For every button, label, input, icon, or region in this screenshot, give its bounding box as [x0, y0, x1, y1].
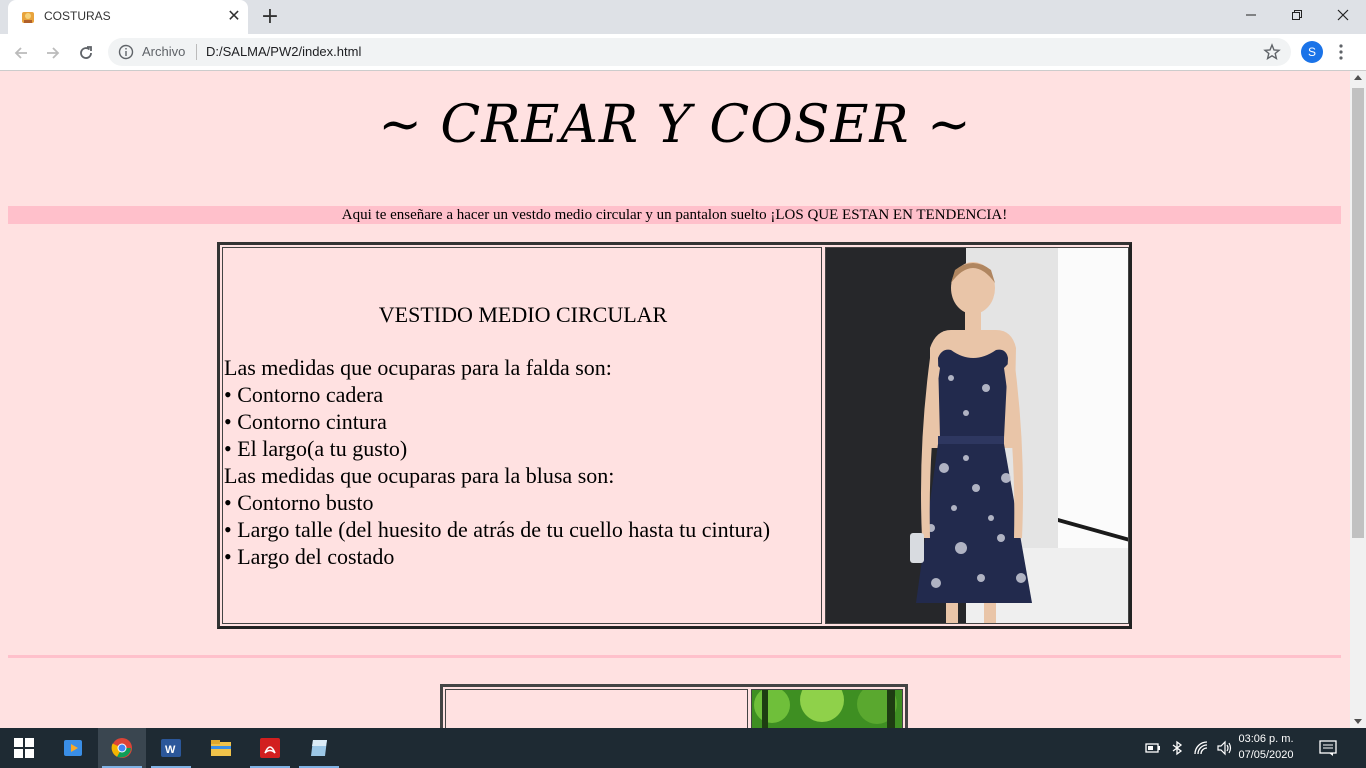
forward-arrow-icon: [47, 47, 60, 59]
page-scrollbar[interactable]: [1350, 71, 1366, 728]
taskbar: W 03:06 p. m. 07/05/2020: [0, 728, 1366, 768]
minimize-button[interactable]: [1228, 0, 1274, 30]
intro-banner: Aqui te enseñare a hacer un vestdo medio…: [8, 206, 1341, 224]
measurement-line: • El largo(a tu gusto): [224, 436, 408, 461]
forward-button[interactable]: [41, 41, 65, 65]
dress-title: VESTIDO MEDIO CIRCULAR: [378, 302, 668, 327]
profile-avatar[interactable]: S: [1301, 41, 1323, 63]
tab-title: COSTURAS: [44, 9, 111, 23]
measurements-list: Las medidas que ocuparas para la falda s…: [224, 354, 770, 570]
taskbar-notepad-app[interactable]: [295, 728, 343, 768]
measurement-line: Las medidas que ocuparas para la falda s…: [224, 355, 612, 380]
bookmark-star-icon[interactable]: [1263, 43, 1281, 61]
section-divider: [8, 655, 1341, 658]
back-button[interactable]: [9, 41, 33, 65]
clock-date: 07/05/2020: [1238, 749, 1294, 761]
pants-text-cell: [445, 689, 748, 728]
taskbar-file-explorer[interactable]: [197, 728, 245, 768]
measurement-line: • Largo talle (del huesito de atrás de t…: [224, 517, 771, 542]
dress-text-cell: VESTIDO MEDIO CIRCULAR Las medidas que o…: [222, 247, 822, 624]
close-window-button[interactable]: [1320, 0, 1366, 30]
address-bar[interactable]: Archivo D:/SALMA/PW2/index.html: [108, 38, 1291, 66]
word-icon: W: [161, 739, 181, 757]
measurement-line: • Contorno busto: [224, 490, 374, 515]
back-arrow-icon: [14, 47, 27, 59]
site-favicon-icon: [22, 12, 34, 23]
dress-table: VESTIDO MEDIO CIRCULAR Las medidas que o…: [217, 242, 1132, 629]
wifi-icon[interactable]: [1193, 740, 1209, 756]
address-url[interactable]: D:/SALMA/PW2/index.html: [206, 44, 361, 59]
folder-icon: [211, 740, 231, 756]
taskbar-chrome[interactable]: [98, 728, 146, 768]
page-heading: ~ CREAR Y COSER ~: [378, 95, 972, 155]
browser-toolbar: Archivo D:/SALMA/PW2/index.html S: [0, 34, 1366, 71]
taskbar-word[interactable]: W: [147, 728, 195, 768]
address-scheme: Archivo: [142, 44, 186, 59]
svg-text:W: W: [165, 744, 176, 756]
pants-photo-cell: [751, 689, 903, 728]
system-clock[interactable]: 03:06 p. m. 07/05/2020: [1230, 731, 1302, 763]
measurement-line: • Largo del costado: [224, 544, 395, 569]
chrome-icon: [111, 738, 132, 758]
new-tab-button[interactable]: +: [257, 4, 283, 30]
taskbar-acrobat[interactable]: [246, 728, 294, 768]
battery-icon[interactable]: [1145, 740, 1161, 756]
restore-button[interactable]: [1274, 0, 1320, 30]
browser-tab[interactable]: COSTURAS ✕: [8, 0, 248, 34]
address-separator: [196, 44, 197, 60]
windows-logo-icon: [14, 738, 34, 758]
reload-button[interactable]: [74, 41, 98, 65]
scroll-thumb[interactable]: [1352, 88, 1364, 538]
clock-time: 03:06 p. m.: [1238, 733, 1294, 745]
restore-icon: [1292, 10, 1302, 20]
acrobat-icon: [260, 738, 280, 758]
measurement-line: • Contorno cintura: [224, 409, 387, 434]
bluetooth-icon[interactable]: [1169, 740, 1185, 756]
reload-icon: [80, 46, 92, 59]
close-icon: [1337, 9, 1349, 21]
info-icon[interactable]: [118, 44, 134, 60]
scroll-up-arrow-icon[interactable]: [1354, 75, 1362, 80]
measurement-line: • Contorno cadera: [224, 382, 384, 407]
notifications-icon[interactable]: [1319, 739, 1337, 757]
dress-photo: [826, 248, 1128, 623]
dress-photo-cell: [825, 247, 1129, 624]
taskbar-media-player[interactable]: [49, 728, 97, 768]
pants-table: [440, 684, 908, 728]
browser-chrome: COSTURAS ✕ + Archivo D:/SALMA/PW2/index.…: [0, 0, 1366, 71]
start-button[interactable]: [0, 728, 48, 768]
minimize-icon: [1246, 14, 1256, 16]
app-icon: [311, 740, 327, 756]
pants-photo: [752, 690, 902, 728]
scroll-down-arrow-icon[interactable]: [1354, 719, 1362, 724]
more-menu-icon[interactable]: [1337, 42, 1345, 62]
measurement-line: Las medidas que ocuparas para la blusa s…: [224, 463, 615, 488]
media-player-icon: [64, 740, 82, 756]
page-viewport: ~ CREAR Y COSER ~ Aqui te enseñare a hac…: [0, 71, 1350, 728]
tab-close-icon[interactable]: ✕: [225, 7, 243, 25]
